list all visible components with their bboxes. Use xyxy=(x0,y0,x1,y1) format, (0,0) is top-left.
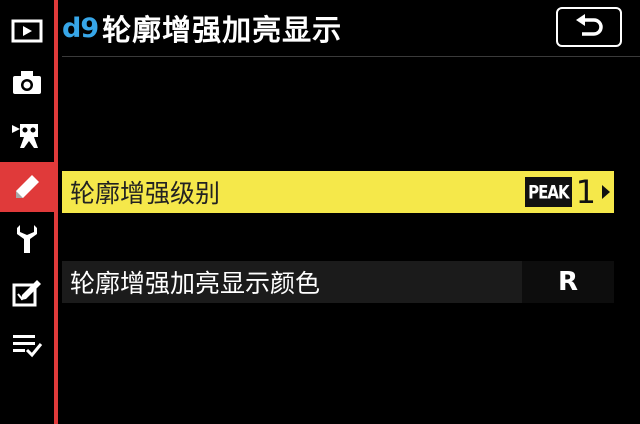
menu-item-label: 轮廓增强加亮显示颜色 xyxy=(70,269,321,298)
camera-icon xyxy=(13,71,41,94)
wrench-icon xyxy=(17,225,37,253)
chevron-right-icon[interactable] xyxy=(602,185,610,199)
sidebar-item-playback[interactable] xyxy=(0,6,54,56)
sidebar-item-retouch[interactable] xyxy=(0,268,54,318)
menu-item-label: 轮廓增强级别 xyxy=(70,179,221,208)
sidebar-item-setup[interactable] xyxy=(0,214,54,264)
back-button[interactable] xyxy=(556,7,622,47)
movie-camera-icon xyxy=(12,124,38,148)
sidebar-item-custom-settings[interactable] xyxy=(0,162,54,212)
sidebar-accent-line xyxy=(54,0,58,424)
page-title: 轮廓增强加亮显示 xyxy=(102,13,343,47)
sidebar-item-photo-shooting[interactable] xyxy=(0,58,54,108)
sidebar-item-movie-shooting[interactable] xyxy=(0,110,54,160)
peaking-color-value: R xyxy=(522,261,614,303)
peak-value: 1 xyxy=(575,173,596,211)
retouch-icon xyxy=(12,280,41,307)
return-arrow-icon xyxy=(576,14,603,36)
menu-sidebar xyxy=(0,0,54,424)
peak-badge: PEAK xyxy=(525,177,572,207)
camera-menu-screen: d9 轮廓增强加亮显示 轮廓增强级别 PEAK 1 轮廓增强加亮显示颜色 R xyxy=(0,0,640,424)
header-divider xyxy=(62,56,640,57)
playback-icon xyxy=(11,19,43,43)
my-menu-icon xyxy=(13,335,43,358)
menu-code: d9 xyxy=(62,12,99,44)
menu-item-peaking-color[interactable]: 轮廓增强加亮显示颜色 R xyxy=(62,261,614,303)
pencil-icon xyxy=(16,175,39,198)
peaking-level-value: PEAK 1 xyxy=(525,171,614,213)
menu-header: d9 轮廓增强加亮显示 xyxy=(62,4,342,52)
sidebar-item-my-menu[interactable] xyxy=(0,320,54,370)
menu-item-peaking-level[interactable]: 轮廓增强级别 PEAK 1 xyxy=(62,171,614,213)
